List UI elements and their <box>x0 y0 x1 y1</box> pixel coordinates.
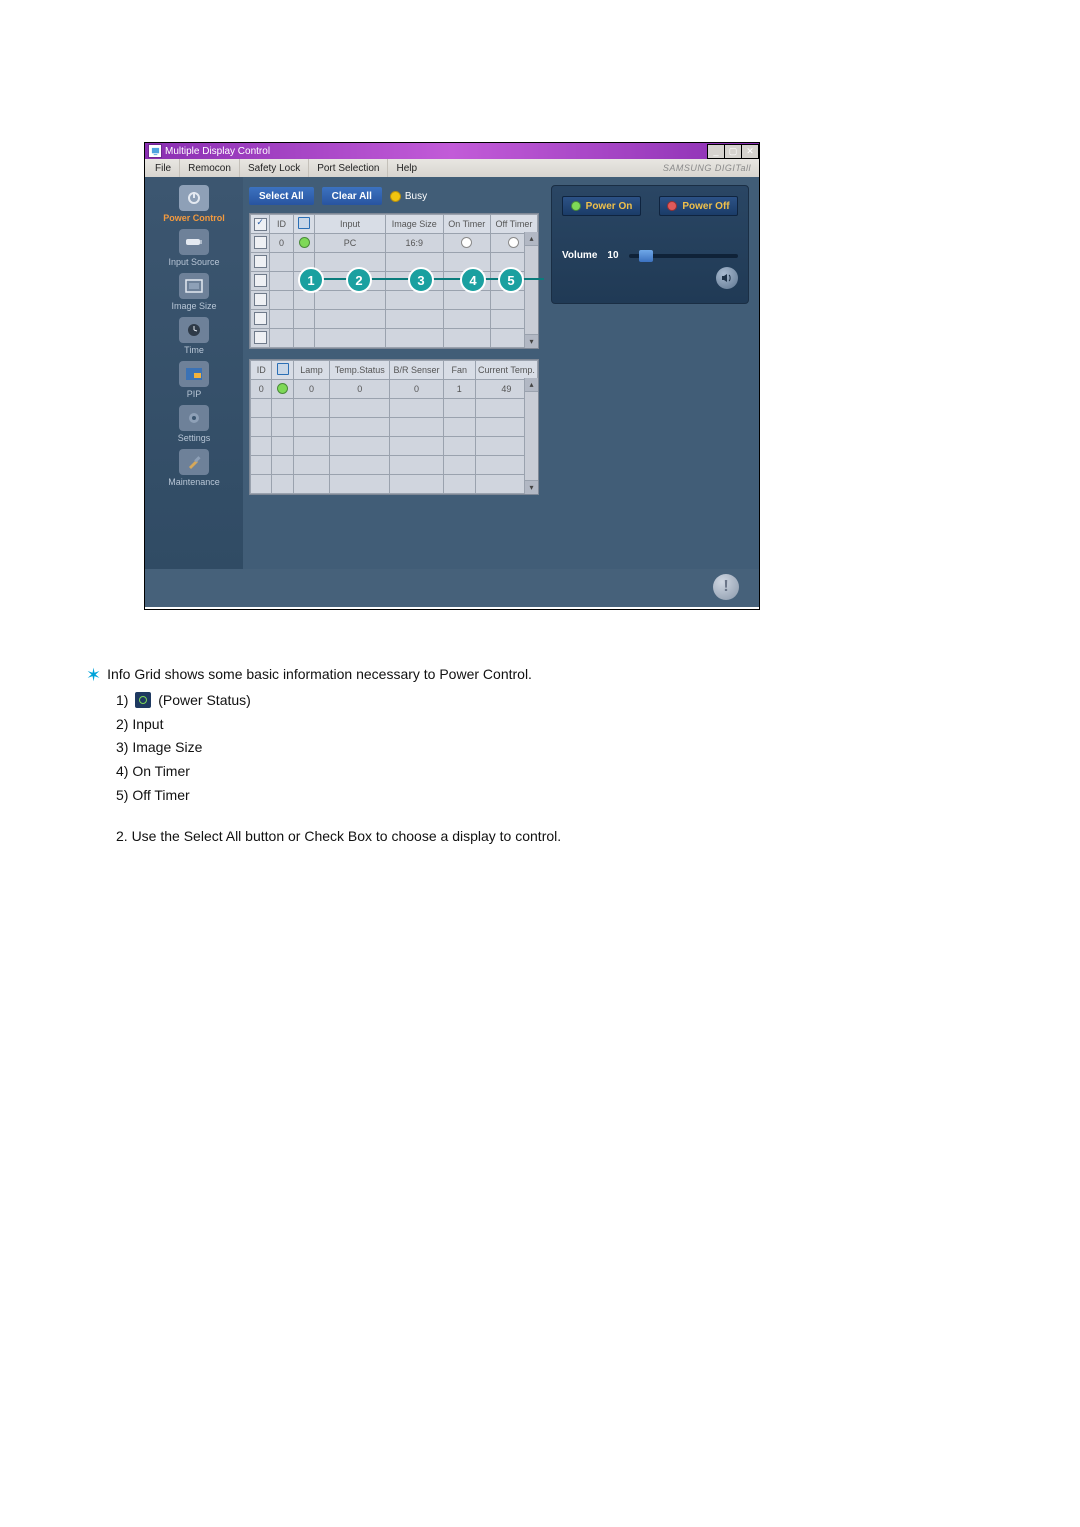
sidebar-item-maintenance[interactable]: Maintenance <box>145 449 243 487</box>
clear-all-button[interactable]: Clear All <box>322 187 382 205</box>
sidebar: Power Control Input Source Image Size Ti… <box>145 177 243 607</box>
table-row[interactable] <box>251 291 538 310</box>
select-all-button[interactable]: Select All <box>249 187 314 205</box>
sidebar-item-power-control[interactable]: Power Control <box>145 185 243 223</box>
sidebar-item-image-size[interactable]: Image Size <box>145 273 243 311</box>
sidebar-item-time[interactable]: Time <box>145 317 243 355</box>
power-status-header-icon <box>277 363 289 375</box>
table-row[interactable] <box>251 399 538 418</box>
callout-1: 1 <box>298 267 324 293</box>
scrollbar[interactable]: ▴ ▾ <box>524 378 538 494</box>
row-checkbox[interactable] <box>254 236 267 249</box>
maximize-button[interactable]: ▢ <box>724 144 742 159</box>
star-icon: ✶ <box>86 665 101 685</box>
led-on-icon <box>571 201 581 211</box>
status-grid[interactable]: ID Lamp Temp.Status B/R Senser Fan Curre… <box>250 360 538 494</box>
scrollbar[interactable]: ▴ ▾ <box>524 232 538 348</box>
status-on-icon <box>299 237 310 248</box>
aspect-icon <box>179 273 209 299</box>
gear-icon <box>179 405 209 431</box>
titlebar[interactable]: Multiple Display Control _ ▢ ✕ <box>145 143 759 159</box>
volume-label: Volume <box>562 250 597 261</box>
power-on-button[interactable]: Power On <box>562 196 641 216</box>
scroll-down-icon[interactable]: ▾ <box>525 334 538 348</box>
footer: ! <box>145 569 759 607</box>
info-grid[interactable]: ID Input Image Size On Timer Off Timer 0 <box>250 214 538 348</box>
slider-thumb[interactable] <box>639 250 653 262</box>
offtimer-icon <box>508 237 519 248</box>
scroll-down-icon[interactable]: ▾ <box>525 480 538 494</box>
app-window: Multiple Display Control _ ▢ ✕ File Remo… <box>144 142 760 610</box>
table-row[interactable] <box>251 253 538 272</box>
menu-safety-lock[interactable]: Safety Lock <box>240 159 309 177</box>
busy-dot-icon <box>390 191 401 202</box>
callout-4: 4 <box>460 267 486 293</box>
brand-label: SAMSUNG DIGITall <box>663 163 757 173</box>
header-checkbox[interactable] <box>254 218 267 231</box>
sidebar-item-settings[interactable]: Settings <box>145 405 243 443</box>
status-on-icon <box>277 383 288 394</box>
table-row[interactable]: 0 0 0 0 1 49 <box>251 380 538 399</box>
menu-port-selection[interactable]: Port Selection <box>309 159 388 177</box>
power-off-button[interactable]: Power Off <box>659 196 738 216</box>
control-panel: Power On Power Off Volume 10 <box>551 185 749 304</box>
speaker-icon[interactable] <box>716 267 738 289</box>
clock-icon <box>179 317 209 343</box>
power-status-header-icon <box>298 217 310 229</box>
table-row[interactable] <box>251 475 538 494</box>
description: ✶Info Grid shows some basic information … <box>86 660 826 850</box>
table-row[interactable] <box>251 329 538 348</box>
scroll-up-icon[interactable]: ▴ <box>525 378 538 392</box>
callout-2: 2 <box>346 267 372 293</box>
plug-icon <box>179 229 209 255</box>
busy-indicator: Busy <box>390 191 427 202</box>
minimize-button[interactable]: _ <box>707 144 725 159</box>
table-row[interactable]: 0 PC 16:9 <box>251 234 538 253</box>
app-icon <box>148 144 162 158</box>
scroll-up-icon[interactable]: ▴ <box>525 232 538 246</box>
brush-icon <box>179 449 209 475</box>
table-row[interactable] <box>251 437 538 456</box>
power-icon <box>179 185 209 211</box>
table-row[interactable] <box>251 310 538 329</box>
pip-icon <box>179 361 209 387</box>
table-row[interactable] <box>251 456 538 475</box>
ontimer-icon <box>461 237 472 248</box>
volume-slider[interactable] <box>629 254 738 258</box>
warning-icon[interactable]: ! <box>713 574 739 600</box>
volume-value: 10 <box>607 250 618 261</box>
menu-file[interactable]: File <box>147 159 180 177</box>
window-title: Multiple Display Control <box>165 146 708 157</box>
menu-remocon[interactable]: Remocon <box>180 159 240 177</box>
callout-5: 5 <box>498 267 524 293</box>
table-row[interactable] <box>251 272 538 291</box>
callout-3: 3 <box>408 267 434 293</box>
led-off-icon <box>667 201 677 211</box>
table-row[interactable] <box>251 418 538 437</box>
close-button[interactable]: ✕ <box>741 144 759 159</box>
menu-help[interactable]: Help <box>388 159 425 177</box>
sidebar-item-pip[interactable]: PIP <box>145 361 243 399</box>
sidebar-item-input-source[interactable]: Input Source <box>145 229 243 267</box>
menubar: File Remocon Safety Lock Port Selection … <box>145 159 759 177</box>
power-status-mini-icon <box>135 692 151 708</box>
